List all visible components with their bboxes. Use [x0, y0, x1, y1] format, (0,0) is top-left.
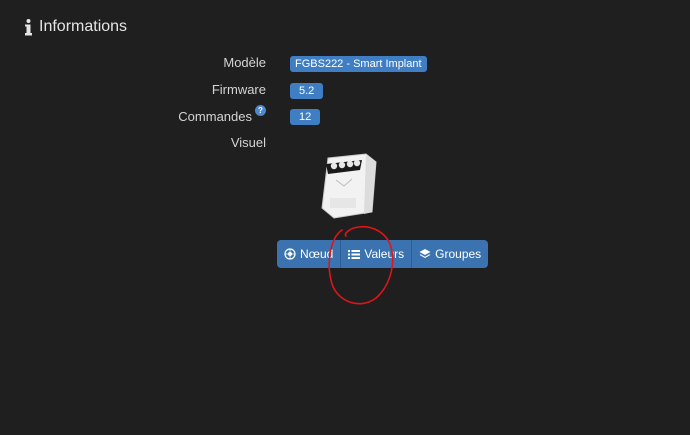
groups-button-label: Groupes	[435, 247, 482, 261]
layers-icon	[419, 249, 431, 258]
section-header: Informations	[24, 18, 127, 36]
groups-button[interactable]: Groupes	[412, 240, 488, 268]
info-icon	[25, 18, 32, 35]
device-image	[321, 153, 377, 219]
device-info-panel: Informations Modèle FGBS222 - Smart Impl…	[0, 0, 690, 435]
firmware-badge: 5.2	[290, 83, 324, 99]
annotation-circle	[328, 226, 394, 305]
question-circle-icon[interactable]: ?	[255, 105, 266, 116]
commands-badge: 12	[290, 109, 321, 125]
section-title: Informations	[39, 18, 128, 35]
network-icon	[284, 248, 296, 260]
visual-label: Visuel	[230, 135, 266, 150]
commands-label: Commandes	[178, 109, 252, 124]
model-label: Modèle	[223, 55, 266, 70]
firmware-label: Firmware	[211, 82, 266, 97]
model-badge: FGBS222 - Smart Implant	[290, 56, 427, 72]
